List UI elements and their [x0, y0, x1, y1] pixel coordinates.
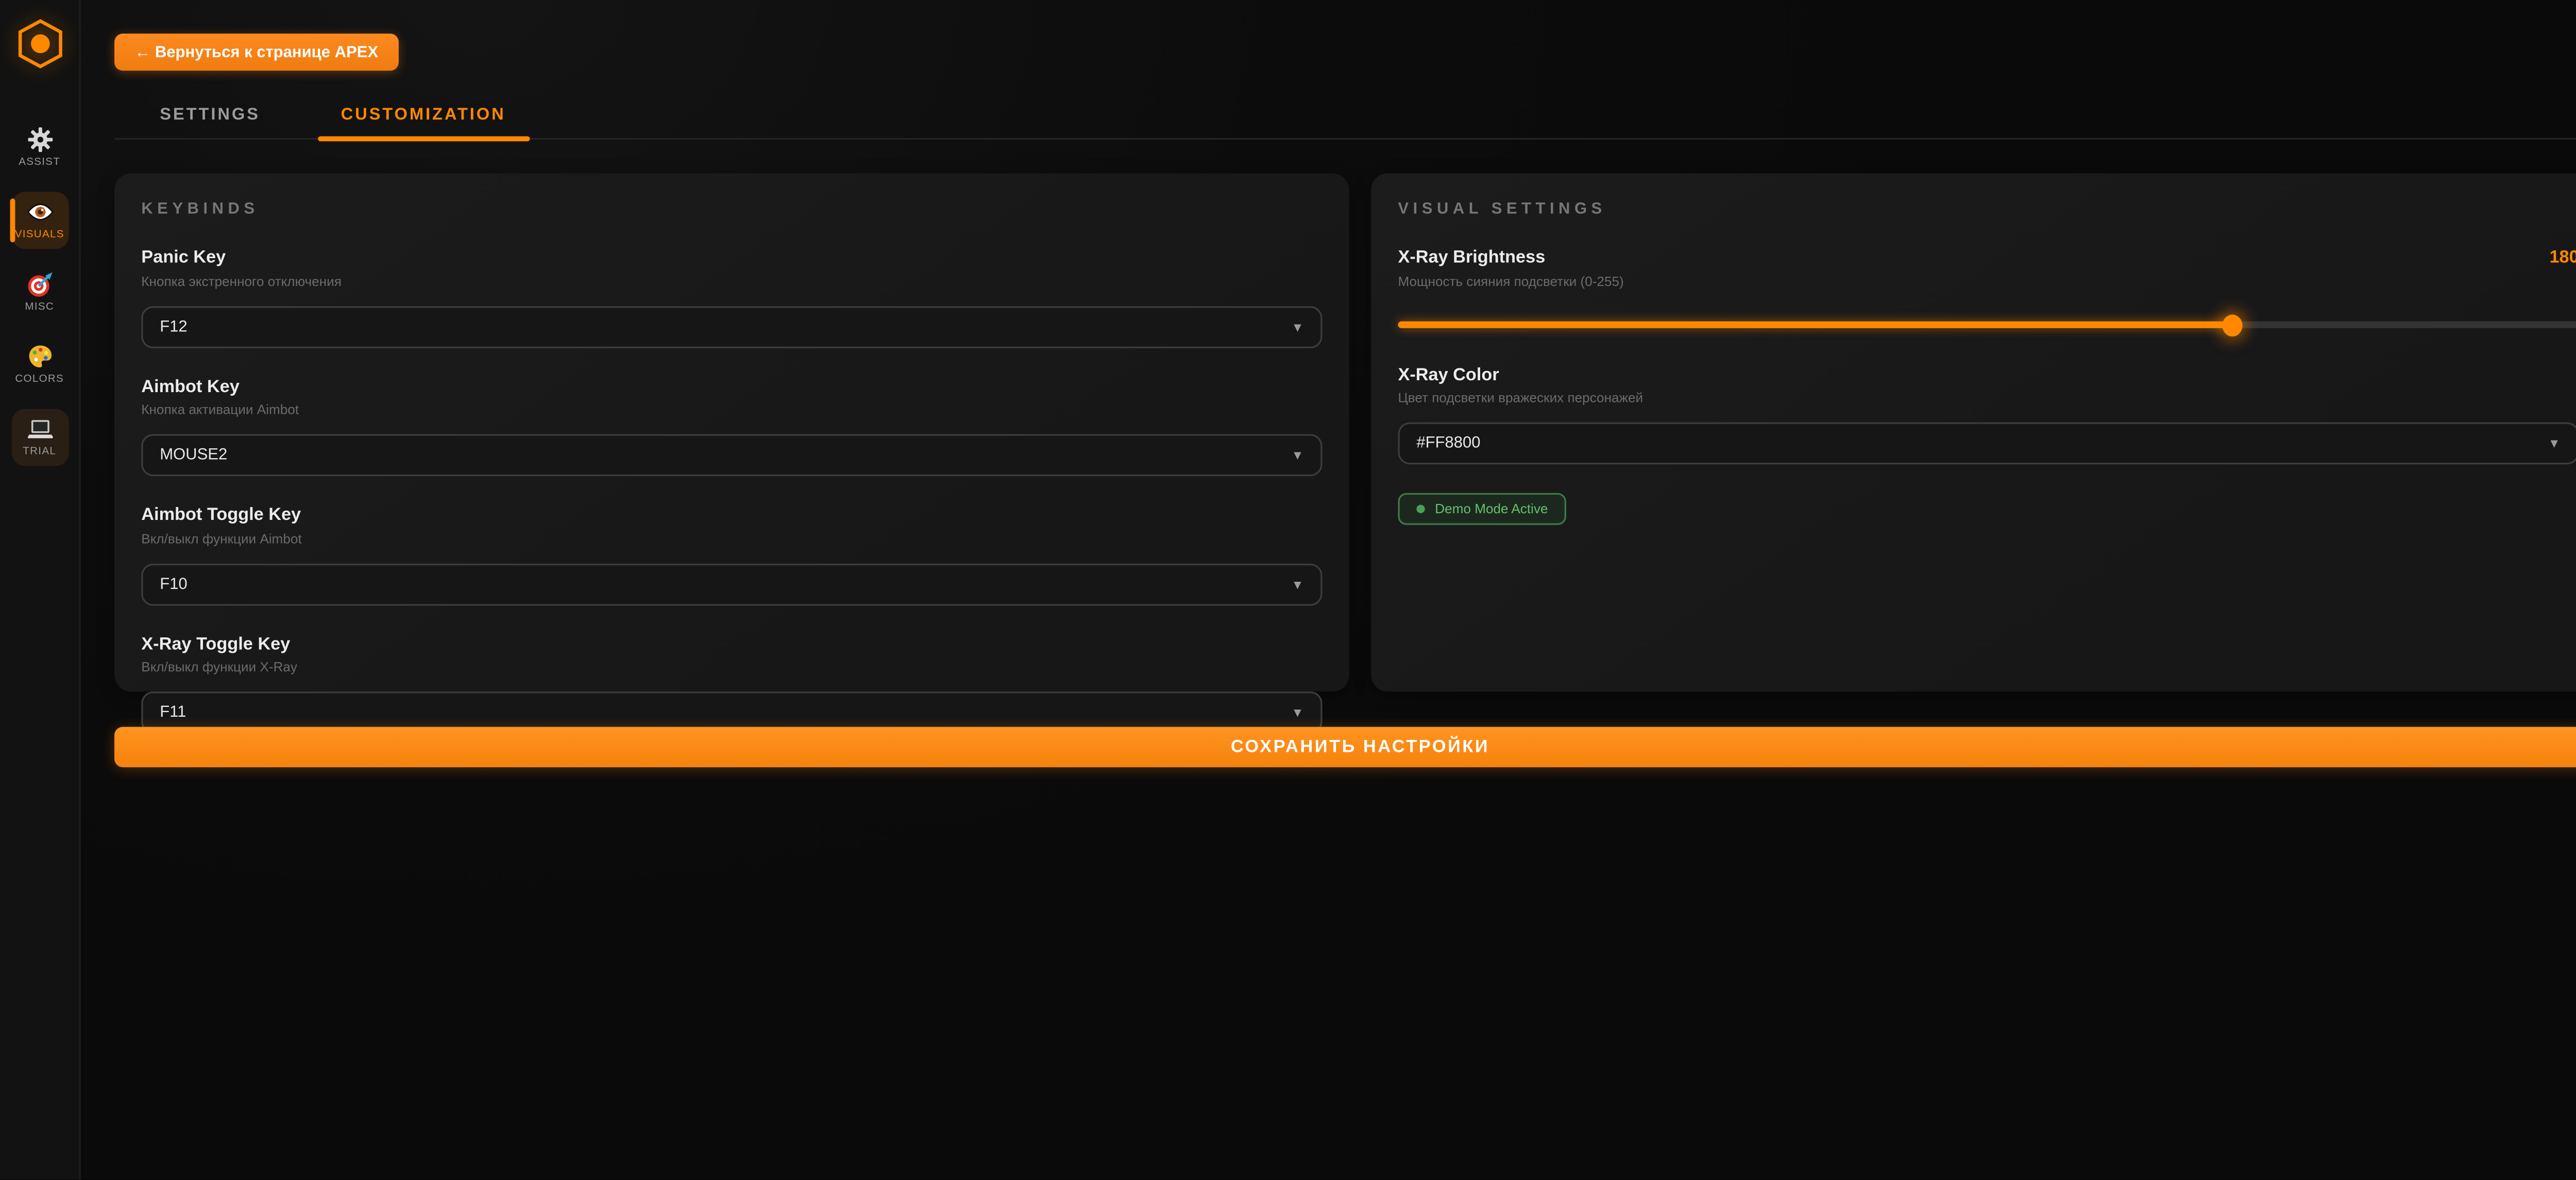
tab-customization[interactable]: CUSTOMIZATION — [317, 96, 529, 138]
xray-brightness-group: X-Ray Brightness 180 Мощность сияния под… — [1398, 247, 2576, 335]
slider-thumb[interactable] — [2222, 314, 2242, 335]
xray-color-description: Цвет подсветки вражеских персонажей — [1398, 391, 2576, 406]
sidebar-item-label: TRIAL — [23, 446, 56, 458]
sidebar-item-colors[interactable]: COLORS — [11, 336, 68, 394]
chevron-down-icon: ▼ — [1291, 705, 1303, 720]
chevron-down-icon: ▼ — [1291, 576, 1303, 591]
aimbot-toggle-key-label: Aimbot Toggle Key — [141, 505, 1322, 525]
app-window: ASSIST VISUALS — [0, 0, 2576, 1180]
aimbot-key-description: Кнопка активации Aimbot — [141, 402, 1322, 417]
chevron-down-icon: ▼ — [1291, 319, 1303, 334]
xray-color-select[interactable]: #FF8800 ▼ — [1398, 423, 2576, 465]
keybinds-section-title: KEYBINDS — [141, 200, 1322, 219]
tab-settings[interactable]: SETTINGS — [136, 96, 283, 138]
target-icon — [26, 271, 53, 298]
aimbot-toggle-key-group: Aimbot Toggle Key Вкл/выкл функции Aimbo… — [141, 505, 1322, 605]
chevron-down-icon: ▼ — [2548, 436, 2561, 451]
aimbot-toggle-key-select[interactable]: F10 ▼ — [141, 563, 1322, 605]
visual-settings-panel: VISUAL SETTINGS X-Ray Brightness 180 Мощ… — [1371, 173, 2576, 692]
panels-row: KEYBINDS Panic Key Кнопка экстренного от… — [114, 173, 2576, 692]
xray-toggle-key-description: Вкл/выкл функции X-Ray — [141, 660, 1322, 675]
sidebar-item-trial[interactable]: TRIAL — [11, 409, 68, 466]
xray-brightness-slider[interactable] — [1398, 314, 2576, 335]
aimbot-key-group: Aimbot Key Кнопка активации Aimbot MOUSE… — [141, 376, 1322, 476]
sidebar-nav: ASSIST VISUALS — [11, 120, 68, 481]
status-dot-icon — [1416, 505, 1425, 513]
xray-brightness-description: Мощность сияния подсветки (0-255) — [1398, 274, 2576, 289]
sidebar-item-misc[interactable]: MISC — [11, 264, 68, 322]
xray-toggle-key-group: X-Ray Toggle Key Вкл/выкл функции X-Ray … — [141, 633, 1322, 733]
tab-bar: SETTINGS CUSTOMIZATION — [114, 96, 2576, 140]
app-logo-hexagon-icon — [16, 19, 63, 69]
aimbot-key-select[interactable]: MOUSE2 ▼ — [141, 434, 1322, 476]
panic-key-label: Panic Key — [141, 247, 1322, 267]
save-settings-button[interactable]: СОХРАНИТЬ НАСТРОЙКИ — [114, 727, 2576, 767]
sidebar-item-label: VISUALS — [15, 229, 64, 241]
xray-brightness-label: X-Ray Brightness — [1398, 247, 1545, 267]
panic-key-select[interactable]: F12 ▼ — [141, 306, 1322, 348]
panic-key-value: F12 — [160, 317, 187, 336]
back-to-apex-button[interactable]: ← Вернуться к странице APEX — [114, 33, 398, 71]
eye-icon — [26, 198, 53, 225]
panic-key-description: Кнопка экстренного отключения — [141, 274, 1322, 289]
sidebar-item-assist[interactable]: ASSIST — [11, 120, 68, 177]
sidebar-item-label: MISC — [25, 301, 54, 313]
palette-icon — [26, 343, 53, 370]
sidebar-item-visuals[interactable]: VISUALS — [11, 192, 68, 249]
aimbot-toggle-key-value: F10 — [160, 575, 187, 593]
sidebar-item-label: COLORS — [15, 374, 64, 385]
xray-brightness-value: 180 — [2549, 247, 2576, 267]
gear-icon — [26, 126, 53, 153]
chevron-down-icon: ▼ — [1291, 448, 1303, 463]
xray-color-label: X-Ray Color — [1398, 364, 2576, 384]
panic-key-group: Panic Key Кнопка экстренного отключения … — [141, 247, 1322, 347]
visual-section-title: VISUAL SETTINGS — [1398, 200, 2576, 219]
aimbot-key-value: MOUSE2 — [160, 446, 227, 464]
demo-mode-badge: Demo Mode Active — [1398, 493, 1566, 525]
xray-color-group: X-Ray Color Цвет подсветки вражеских пер… — [1398, 364, 2576, 464]
xray-toggle-key-value: F11 — [160, 703, 186, 722]
xray-toggle-key-label: X-Ray Toggle Key — [141, 633, 1322, 653]
demo-mode-badge-label: Demo Mode Active — [1435, 501, 1548, 516]
sidebar-item-label: ASSIST — [19, 157, 60, 168]
xray-color-value: #FF8800 — [1416, 434, 1480, 452]
keybinds-panel: KEYBINDS Panic Key Кнопка экстренного от… — [114, 173, 1349, 692]
sidebar: ASSIST VISUALS — [0, 0, 81, 1180]
main-content: ← Вернуться к странице APEX SETTINGS CUS… — [81, 0, 2576, 1180]
aimbot-toggle-key-description: Вкл/выкл функции Aimbot — [141, 531, 1322, 546]
aimbot-key-label: Aimbot Key — [141, 376, 1322, 396]
slider-fill — [1398, 321, 2231, 329]
laptop-icon — [26, 416, 53, 443]
